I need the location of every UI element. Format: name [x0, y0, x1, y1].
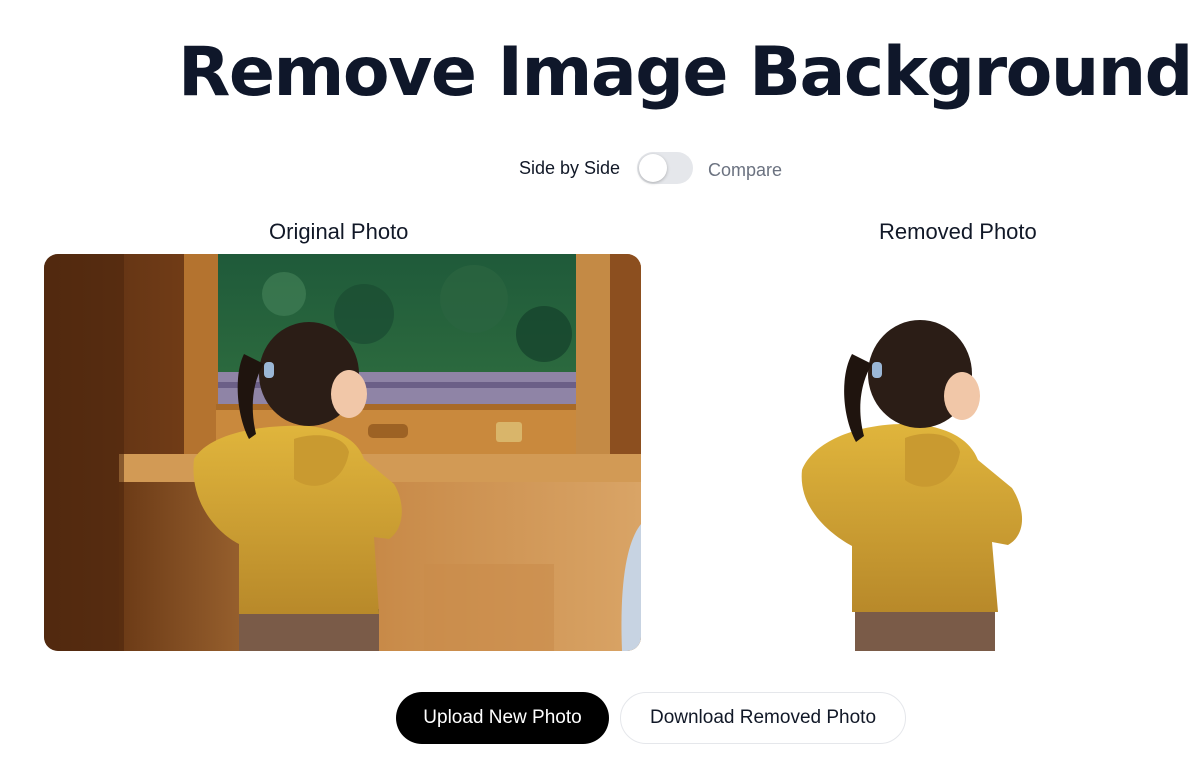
removed-photo-heading: Removed Photo [879, 219, 1037, 244]
original-photo [44, 254, 641, 651]
switch-knob [639, 154, 667, 182]
upload-new-photo-button[interactable]: Upload New Photo [396, 692, 609, 744]
page-title: Remove Image Background [178, 33, 1193, 112]
removed-background-photo [790, 320, 1040, 651]
original-photo-heading: Original Photo [269, 219, 409, 244]
view-mode-toggle-row: Side by Side Compare [0, 150, 1200, 186]
view-mode-switch[interactable] [637, 152, 693, 184]
download-removed-photo-button[interactable]: Download Removed Photo [620, 692, 906, 744]
compare-label: Compare [708, 160, 783, 180]
side-by-side-label: Side by Side [519, 158, 621, 178]
